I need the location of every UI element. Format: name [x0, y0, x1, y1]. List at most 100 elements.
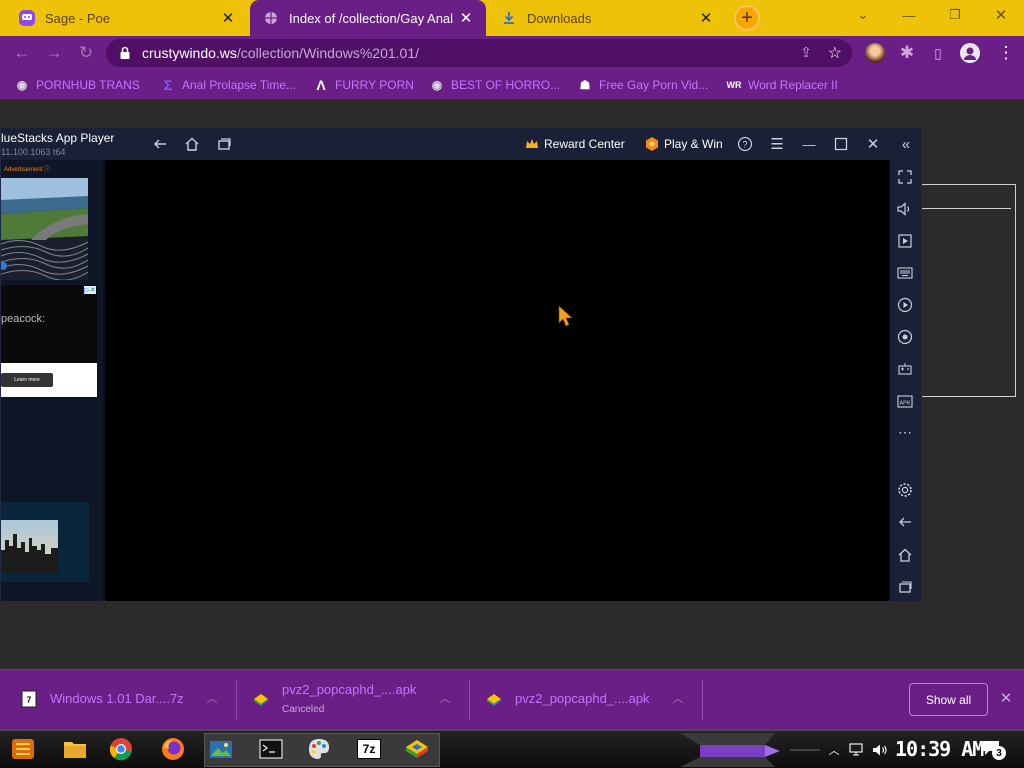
- recents-icon[interactable]: [215, 135, 233, 153]
- file-explorer-icon[interactable]: [62, 736, 88, 762]
- show-all-button[interactable]: Show all: [909, 683, 988, 716]
- bookmark-item[interactable]: ☗ Free Gay Porn Vid...: [577, 76, 709, 94]
- home-icon[interactable]: [896, 546, 914, 564]
- tab-sage-poe[interactable]: Sage - Poe ✕: [0, 0, 248, 36]
- gamepad-icon[interactable]: [896, 360, 914, 378]
- firefox-icon[interactable]: [160, 736, 186, 762]
- chevron-up-icon[interactable]: ︿: [204, 690, 220, 706]
- volume-icon[interactable]: [896, 200, 914, 218]
- home-icon[interactable]: [183, 135, 201, 153]
- back-icon[interactable]: [151, 135, 169, 153]
- tab-downloads[interactable]: Downloads ✕: [488, 0, 726, 36]
- crown-icon: [526, 139, 538, 148]
- bluestacks-titlebar: lueStacks App Player 11.100.1063 t64 Rew…: [1, 128, 921, 160]
- page-table-box: [916, 184, 1016, 397]
- download-item[interactable]: pvz2_popcaphd_....apk ︿: [470, 670, 702, 730]
- back-icon[interactable]: ←: [10, 41, 34, 65]
- recents-icon[interactable]: [896, 578, 914, 596]
- bookmark-item[interactable]: ◉ BEST OF HORRO...: [429, 76, 560, 94]
- tab-index-of-collection[interactable]: Index of /collection/Gay Anal ✕: [250, 0, 486, 36]
- media-manager-icon[interactable]: [896, 232, 914, 250]
- restore-icon[interactable]: ❐: [932, 0, 978, 30]
- download-item[interactable]: pvz2_popcaphd_....apk Canceled ︿: [237, 670, 469, 730]
- help-icon[interactable]: ?: [736, 135, 754, 153]
- tray-overflow-icon[interactable]: ︿: [826, 742, 842, 758]
- apk-file-icon: [487, 694, 501, 706]
- ad-image-road[interactable]: [1, 178, 88, 280]
- bookmark-item[interactable]: ◉ PORNHUB TRANS: [14, 76, 140, 94]
- network-icon[interactable]: [848, 742, 864, 758]
- share-icon[interactable]: ⇪: [800, 44, 812, 61]
- chevron-up-icon[interactable]: ︿: [670, 690, 686, 706]
- chrome-icon[interactable]: [108, 736, 134, 762]
- minimize-icon[interactable]: —: [886, 0, 932, 30]
- tab-strip: Sage - Poe ✕ Index of /collection/Gay An…: [0, 0, 1024, 36]
- menu-kebab-icon[interactable]: ⋮: [994, 41, 1018, 65]
- image-viewer-icon[interactable]: [208, 736, 234, 762]
- notification-count: 3: [992, 746, 1006, 760]
- 7zip-icon[interactable]: 7z: [356, 736, 382, 762]
- menu-icon[interactable]: ☰: [768, 135, 786, 153]
- globe-icon: ◉: [431, 78, 443, 92]
- bookmark-item[interactable]: WR Word Replacer II: [726, 76, 838, 94]
- play-win-icon: [646, 137, 658, 151]
- globe-icon: ◉: [16, 78, 28, 92]
- taskbar: 7z ︿ 10:39 AM 3: [0, 729, 1024, 768]
- paint-icon[interactable]: [306, 736, 332, 762]
- rotate-icon[interactable]: [896, 328, 914, 346]
- tab-close-icon[interactable]: ✕: [218, 8, 238, 28]
- emulator-screen[interactable]: [105, 160, 889, 601]
- ad-image-city[interactable]: [1, 520, 58, 574]
- bookmark-star-icon[interactable]: ☆: [828, 43, 842, 63]
- notification-center-icon[interactable]: 3: [982, 740, 1008, 762]
- tab-search-icon[interactable]: ⌄: [840, 0, 886, 30]
- chevron-up-icon[interactable]: ︿: [437, 690, 453, 706]
- minimize-icon[interactable]: —: [800, 135, 818, 153]
- terminal-icon[interactable]: [258, 736, 284, 762]
- close-window-icon[interactable]: ✕: [978, 0, 1024, 30]
- bluestacks-icon[interactable]: [404, 736, 430, 762]
- download-filename: pvz2_popcaphd_....apk: [515, 691, 650, 706]
- apk-icon[interactable]: APK: [896, 392, 914, 410]
- ad-peacock[interactable]: peacock: Learn more ▷✕: [1, 285, 97, 397]
- taskbar-clock[interactable]: 10:39 AM: [895, 737, 984, 761]
- reload-icon[interactable]: ↻: [74, 41, 98, 65]
- tab-close-icon[interactable]: ✕: [456, 8, 476, 28]
- keyboard-icon[interactable]: [896, 264, 914, 282]
- address-bar[interactable]: crustywindo.ws /collection/Windows%201.0…: [106, 39, 852, 67]
- svg-text:?: ?: [742, 140, 747, 150]
- start-icon[interactable]: [10, 736, 36, 762]
- close-icon[interactable]: ✕: [864, 135, 882, 153]
- bookmark-label: Free Gay Porn Vid...: [599, 78, 709, 92]
- back-icon[interactable]: [896, 513, 914, 531]
- settings-icon[interactable]: [896, 481, 914, 499]
- bookmark-item[interactable]: Σ Anal Prolapse Time...: [160, 76, 296, 94]
- reward-center-button[interactable]: Reward Center: [524, 134, 625, 154]
- download-item[interactable]: 7 Windows 1.01 Dar....7z ︿: [0, 670, 234, 730]
- macro-icon[interactable]: [896, 296, 914, 314]
- more-icon[interactable]: ⋯: [896, 423, 914, 441]
- tab-close-icon[interactable]: ✕: [696, 8, 716, 28]
- reward-center-label: Reward Center: [544, 137, 625, 151]
- new-tab-button[interactable]: +: [734, 5, 760, 31]
- play-win-button[interactable]: Play & Win: [644, 134, 723, 154]
- bookmark-label: PORNHUB TRANS: [36, 78, 140, 92]
- maximize-icon[interactable]: [832, 135, 850, 153]
- ad-close-icon[interactable]: ▷✕: [84, 286, 96, 294]
- bookmark-item[interactable]: Λ FURRY PORN: [313, 76, 414, 94]
- site-icon: ☗: [579, 78, 591, 92]
- side-panel-icon[interactable]: ▯: [926, 41, 950, 65]
- fullscreen-icon[interactable]: [896, 168, 914, 186]
- collapse-sidebar-icon[interactable]: «: [897, 135, 915, 153]
- bookmarks-bar: ◉ PORNHUB TRANS Σ Anal Prolapse Time... …: [0, 70, 1024, 100]
- speaker-icon[interactable]: [872, 742, 888, 758]
- download-icon: [500, 9, 518, 27]
- profile-icon[interactable]: [960, 43, 980, 63]
- forward-icon[interactable]: →: [42, 41, 66, 65]
- learn-more-button[interactable]: Learn more: [1, 373, 53, 387]
- extension-avatar-icon[interactable]: [865, 43, 885, 63]
- close-shelf-icon[interactable]: ✕: [997, 689, 1015, 707]
- extensions-puzzle-icon[interactable]: ✱: [895, 41, 919, 65]
- bluestacks-window: lueStacks App Player 11.100.1063 t64 Rew…: [0, 127, 922, 601]
- tab-title: Downloads: [527, 10, 592, 26]
